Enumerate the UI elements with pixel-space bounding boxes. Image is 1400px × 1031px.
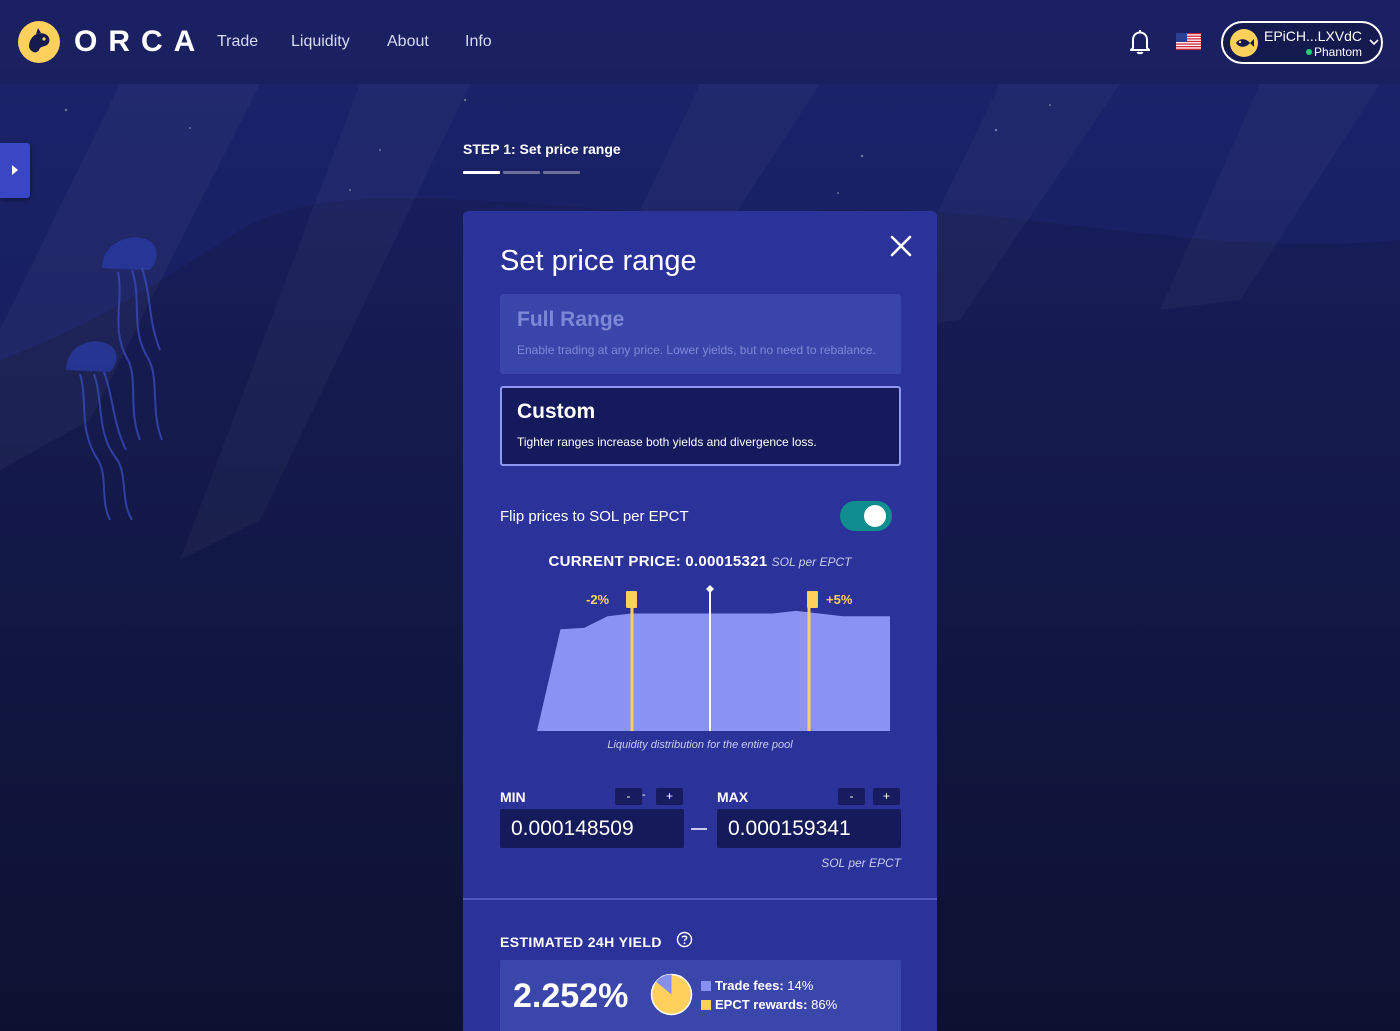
- bell-icon[interactable]: [1128, 29, 1152, 55]
- current-price-label: CURRENT PRICE:: [548, 553, 682, 570]
- price-range-modal: Set price range Full Range Enable tradin…: [463, 211, 937, 1031]
- wallet-address: EPiCH...LXVdC: [1264, 28, 1363, 44]
- custom-range-option[interactable]: Custom Tighter ranges increase both yiel…: [500, 386, 901, 466]
- step-label: STEP 1: Set price range: [463, 141, 621, 157]
- rewards-swatch: [701, 1000, 711, 1010]
- yield-pie-chart: [650, 973, 693, 1016]
- full-range-option[interactable]: Full Range Enable trading at any price. …: [500, 294, 901, 374]
- nav-about[interactable]: About: [387, 32, 429, 52]
- min-decrement-button[interactable]: -: [615, 788, 642, 805]
- min-label: MIN: [500, 789, 526, 805]
- nav-info[interactable]: Info: [465, 32, 492, 52]
- help-icon[interactable]: [676, 931, 693, 948]
- flip-prices-toggle[interactable]: [840, 501, 892, 531]
- nav-trade[interactable]: Trade: [217, 32, 258, 52]
- legend-rewards: EPCT rewards: 86%: [701, 997, 837, 1013]
- upper-handle-label: +5%: [826, 592, 853, 607]
- current-price-unit: SOL per EPCT: [771, 555, 852, 569]
- nav-liquidity[interactable]: Liquidity: [291, 32, 350, 52]
- trade-fees-swatch: [701, 981, 711, 991]
- yield-summary: 2.252% Trade fees: 14% EPCT rewards: 86%: [500, 960, 901, 1031]
- max-label: MAX: [717, 789, 749, 805]
- custom-range-title: Custom: [517, 400, 596, 423]
- full-range-description: Enable trading at any price. Lower yield…: [517, 343, 876, 357]
- estimated-yield-label: ESTIMATED 24H YIELD: [500, 934, 662, 950]
- chart-caption: Liquidity distribution for the entire po…: [607, 739, 793, 751]
- lower-handle-label: -2%: [586, 592, 610, 607]
- range-separator: [691, 828, 707, 830]
- step-indicator-2: [503, 171, 540, 174]
- current-price-marker: [706, 585, 714, 593]
- brand-wordmark[interactable]: ORCA: [74, 24, 206, 60]
- max-price-input[interactable]: [717, 809, 901, 848]
- us-flag-icon[interactable]: [1176, 33, 1201, 50]
- step-indicator-1: [463, 171, 500, 174]
- custom-range-description: Tighter ranges increase both yields and …: [517, 435, 817, 449]
- fish-avatar-icon: [1230, 29, 1258, 57]
- rewards-value: 86%: [811, 997, 838, 1012]
- min-increment-button[interactable]: +: [656, 788, 683, 805]
- flip-prices-label: Flip prices to SOL per EPCT: [500, 508, 689, 525]
- modal-title: Set price range: [500, 245, 697, 277]
- wallet-button[interactable]: EPiCH...LXVdC Phantom: [1221, 21, 1383, 64]
- legend-trade-fees: Trade fees: 14%: [701, 978, 813, 994]
- liquidity-area: [537, 610, 890, 731]
- range-unit-label: SOL per EPCT: [821, 856, 901, 870]
- liquidity-chart: -2% +5%: [537, 585, 890, 731]
- max-increment-button[interactable]: +: [873, 788, 900, 805]
- trade-fees-label: Trade fees:: [715, 978, 784, 993]
- current-price-value: 0.00015321: [685, 553, 768, 570]
- wallet-status-dot: [1306, 49, 1312, 55]
- wallet-provider: Phantom: [1314, 45, 1363, 59]
- orca-logo-icon[interactable]: [17, 20, 61, 64]
- trade-fees-value: 14%: [787, 978, 814, 993]
- min-minus-mark: -: [642, 789, 646, 801]
- full-range-title: Full Range: [517, 308, 625, 331]
- current-price: CURRENT PRICE: 0.00015321 SOL per EPCT: [463, 552, 937, 572]
- sidebar-expand-tab[interactable]: [0, 143, 30, 198]
- chevron-down-icon: [1369, 39, 1379, 46]
- step-indicator-3: [543, 171, 580, 174]
- section-divider: [463, 898, 937, 900]
- rewards-label: EPCT rewards:: [715, 997, 808, 1012]
- caret-right-icon: [12, 165, 18, 175]
- min-price-input[interactable]: [500, 809, 684, 848]
- top-header: ORCA Trade Liquidity About Info EPiCH...…: [0, 0, 1400, 84]
- close-icon[interactable]: [890, 235, 912, 257]
- yield-value: 2.252%: [513, 977, 629, 1015]
- max-decrement-button[interactable]: -: [838, 788, 865, 805]
- toggle-knob: [864, 505, 886, 527]
